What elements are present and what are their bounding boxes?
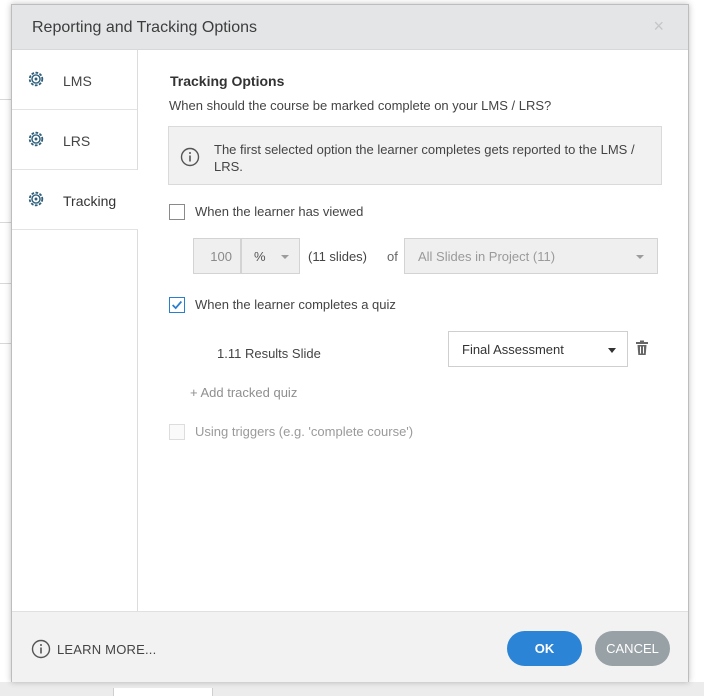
- info-box: The first selected option the learner co…: [168, 126, 662, 185]
- percent-input[interactable]: 100: [193, 238, 241, 274]
- background-divider: [0, 283, 11, 284]
- sidebar-item-lms[interactable]: LMS: [12, 50, 137, 110]
- info-text: The first selected option the learner co…: [214, 142, 635, 174]
- sidebar-item-tracking[interactable]: Tracking: [12, 170, 138, 230]
- slides-scope-select[interactable]: All Slides in Project (11): [404, 238, 658, 274]
- dialog-title: Reporting and Tracking Options: [32, 19, 258, 36]
- triggers-label: Using triggers (e.g. 'complete course'): [195, 424, 414, 439]
- section-title: Tracking Options: [170, 73, 285, 89]
- dialog-footer: LEARN MORE... OK CANCEL: [12, 611, 688, 682]
- background-divider: [0, 343, 11, 344]
- gear-icon: [28, 131, 44, 147]
- sidebar: LMS LRS Tracking: [12, 50, 138, 611]
- slides-count: (11 slides): [308, 249, 368, 264]
- unit-select[interactable]: %: [241, 238, 300, 274]
- info-icon: [180, 147, 200, 167]
- quiz-select-value: Final Assessment: [462, 342, 564, 357]
- quiz-select[interactable]: Final Assessment: [448, 331, 628, 367]
- quiz-slide-name: 1.11 Results Slide: [217, 346, 321, 361]
- quiz-checkbox[interactable]: [169, 297, 185, 313]
- background-divider: [0, 222, 11, 223]
- viewed-checkbox[interactable]: [169, 204, 185, 220]
- trash-icon[interactable]: [635, 340, 649, 356]
- chevron-down-icon: [281, 255, 289, 259]
- dialog-titlebar: Reporting and Tracking Options ×: [12, 5, 688, 50]
- close-icon[interactable]: ×: [653, 16, 664, 37]
- background-box: [113, 688, 213, 696]
- reporting-tracking-dialog: Reporting and Tracking Options × LMS LRS: [11, 4, 689, 682]
- sidebar-item-label: LRS: [63, 133, 91, 149]
- background-strip: [0, 682, 704, 696]
- gear-icon: [28, 71, 44, 87]
- background-panel: [0, 0, 11, 696]
- slides-scope-value: All Slides in Project (11): [418, 249, 556, 264]
- cancel-button[interactable]: CANCEL: [595, 631, 670, 666]
- viewed-label: When the learner has viewed: [195, 204, 364, 219]
- gear-icon: [28, 191, 44, 207]
- background-divider: [0, 99, 11, 100]
- sidebar-item-lrs[interactable]: LRS: [12, 110, 137, 170]
- quiz-label: When the learner completes a quiz: [195, 297, 396, 312]
- unit-select-value: %: [254, 249, 266, 264]
- chevron-down-icon: [636, 255, 644, 259]
- tracking-panel: Tracking Options When should the course …: [138, 50, 688, 611]
- checkmark-icon: [172, 300, 183, 310]
- add-tracked-quiz-link[interactable]: + Add tracked quiz: [190, 385, 297, 400]
- learn-more-link[interactable]: LEARN MORE...: [57, 642, 156, 657]
- triggers-checkbox[interactable]: [169, 424, 185, 440]
- info-icon: [31, 639, 51, 659]
- ok-button[interactable]: OK: [507, 631, 582, 666]
- completion-question: When should the course be marked complet…: [169, 98, 552, 113]
- of-label: of: [387, 249, 398, 264]
- chevron-down-icon: [608, 348, 616, 353]
- sidebar-item-label: LMS: [63, 73, 92, 89]
- sidebar-item-label: Tracking: [63, 193, 117, 209]
